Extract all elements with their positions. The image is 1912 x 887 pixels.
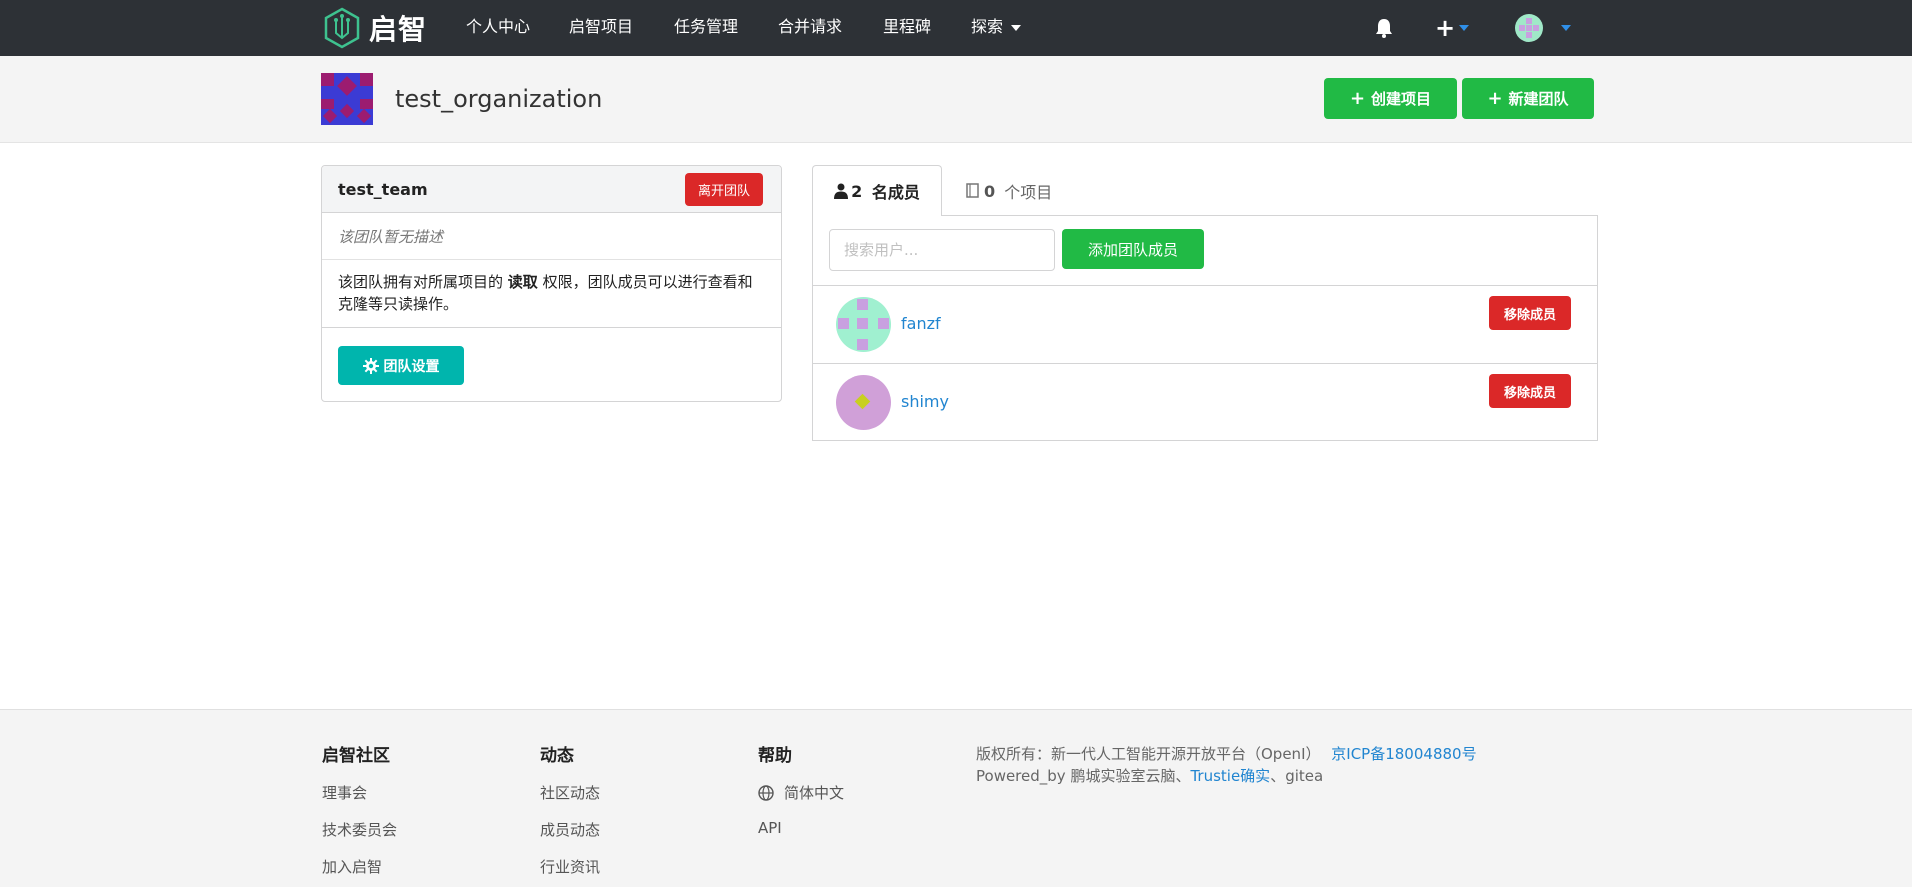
team-card-header: test_team 离开团队 [322,166,781,213]
perm-level: 读取 [507,273,538,291]
nav-milestones[interactable]: 里程碑 [883,17,931,37]
team-card: test_team 离开团队 该团队暂无描述 该团队拥有对所属项目的 读取 权限… [321,165,782,402]
add-team-member-button[interactable]: 添加团队成员 [1062,229,1204,269]
brand-text: 启智 [369,13,428,46]
brand-logo[interactable]: 启智 [323,6,427,50]
team-settings-label: 团队设置 [383,358,440,375]
footer-news-title: 动态 [540,746,574,766]
powered-prefix: Powered_by 鹏城实验室云脑、 [976,767,1191,785]
notifications-button[interactable] [1375,14,1393,42]
member-row: fanzf 移除成员 [813,286,1597,364]
tab-members[interactable]: 2 名成员 [812,165,942,216]
chevron-down-icon [1011,24,1022,31]
search-user-input[interactable] [829,229,1055,271]
nav-pull-requests[interactable]: 合并请求 [778,17,842,37]
user-menu-dropdown[interactable] [1515,14,1571,42]
nav-explore-dropdown[interactable]: 探索 [971,17,1022,37]
avatar[interactable] [836,375,891,430]
footer-link-join[interactable]: 加入启智 [322,856,382,877]
user-icon [834,183,849,199]
chevron-down-icon [1459,25,1470,31]
footer-community-title: 启智社区 [322,746,390,766]
chevron-down-icon [1561,25,1571,31]
team-name: test_team [338,180,428,199]
footer-link-member-news[interactable]: 成员动态 [540,819,600,840]
footer-link-tech-committee[interactable]: 技术委员会 [322,819,397,840]
openi-logo-icon [324,7,360,49]
remove-member-button[interactable]: 移除成员 [1489,296,1571,330]
member-name-link[interactable]: shimy [901,392,949,411]
avatar[interactable] [836,297,891,352]
nav-openi-projects[interactable]: 启智项目 [569,17,633,37]
members-count: 2 [851,181,863,201]
plus-icon: + [1349,88,1366,109]
projects-tab-label: 个项目 [1004,183,1053,202]
team-settings-button[interactable]: 团队设置 [338,346,464,385]
nav-explore-label: 探索 [971,17,1004,36]
create-project-label: 创建项目 [1371,90,1432,108]
icp-link[interactable]: 京ICP备18004880号 [1331,745,1476,763]
footer-copyright: 版权所有：新一代人工智能开源开放平台（OpenI） 京ICP备18004880号 [976,743,1477,764]
member-search-row: 添加团队成员 [813,216,1597,286]
create-team-button[interactable]: + 新建团队 [1462,78,1594,119]
footer-help-title: 帮助 [758,746,792,766]
footer-link-industry-news[interactable]: 行业资讯 [540,856,600,877]
page-footer: 启智社区 理事会 技术委员会 加入启智 动态 社区动态 成员动态 行业资讯 帮助… [0,709,1912,887]
nav-personal-center[interactable]: 个人中心 [466,17,530,37]
user-avatar [1515,14,1543,42]
tab-projects[interactable]: 0 个项目 [966,180,1052,202]
remove-member-button[interactable]: 移除成员 [1489,374,1571,408]
footer-link-community-news[interactable]: 社区动态 [540,782,600,803]
footer-link-council[interactable]: 理事会 [322,782,367,803]
perm-prefix: 该团队拥有对所属项目的 [338,273,508,291]
book-icon [966,183,979,198]
top-navbar: 启智 个人中心 启智项目 任务管理 合并请求 里程碑 探索 + [0,0,1912,56]
member-name-link[interactable]: fanzf [901,314,941,333]
team-description: 该团队暂无描述 [322,213,781,260]
footer-powered-by: Powered_by 鹏城实验室云脑、Trustie确实、gitea [976,765,1323,786]
nav-task-management[interactable]: 任务管理 [674,17,738,37]
create-new-dropdown[interactable]: + [1435,14,1470,42]
team-permission-text: 该团队拥有对所属项目的 读取 权限，团队成员可以进行查看和克隆等只读操作。 [322,260,781,328]
org-avatar[interactable] [321,73,373,125]
footer-language-label: 简体中文 [784,784,845,802]
copyright-text: 版权所有：新一代人工智能开源开放平台（OpenI） [976,745,1321,763]
create-team-label: 新建团队 [1508,90,1569,108]
create-project-button[interactable]: + 创建项目 [1324,78,1457,119]
footer-language-link[interactable]: 简体中文 [758,782,844,803]
projects-count: 0 [984,181,996,201]
powered-suffix: 、gitea [1270,767,1324,785]
org-name: test_organization [395,85,603,113]
gear-icon [362,357,379,374]
org-header: test_organization + 创建项目 + 新建团队 [0,56,1912,143]
members-panel: 添加团队成员 fanzf 移除成员 shimy 移除成员 [812,215,1598,441]
globe-icon [758,784,774,801]
bell-icon [1376,19,1392,38]
plus-icon: + [1487,88,1503,109]
plus-icon: + [1435,14,1456,42]
footer-link-api[interactable]: API [758,819,782,837]
member-row: shimy 移除成员 [813,364,1597,442]
leave-team-button[interactable]: 离开团队 [685,173,763,206]
trustie-link[interactable]: Trustie确实 [1190,767,1270,785]
members-tab-label: 名成员 [871,183,920,202]
